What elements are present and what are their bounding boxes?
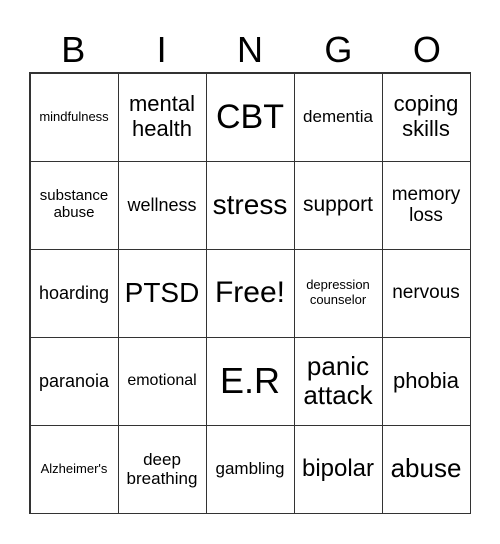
- bingo-cell[interactable]: gambling: [205, 424, 295, 514]
- bingo-cell[interactable]: memory loss: [381, 160, 471, 250]
- bingo-cell[interactable]: abuse: [381, 424, 471, 514]
- bingo-cell[interactable]: phobia: [381, 336, 471, 426]
- bingo-cell[interactable]: depression counselor: [293, 248, 383, 338]
- bingo-cell[interactable]: wellness: [117, 160, 207, 250]
- bingo-cell[interactable]: coping skills: [381, 72, 471, 162]
- bingo-cell[interactable]: Free!: [205, 248, 295, 338]
- bingo-cell[interactable]: E.R: [205, 336, 295, 426]
- bingo-cell[interactable]: deep breathing: [117, 424, 207, 514]
- header-letter-b: B: [61, 29, 86, 70]
- bingo-cell[interactable]: PTSD: [117, 248, 207, 338]
- bingo-cell[interactable]: stress: [205, 160, 295, 250]
- bingo-cell[interactable]: nervous: [381, 248, 471, 338]
- bingo-cell[interactable]: mindfulness: [29, 72, 119, 162]
- header-letter-o: O: [412, 29, 441, 70]
- bingo-cell[interactable]: support: [293, 160, 383, 250]
- bingo-cell[interactable]: substance abuse: [29, 160, 119, 250]
- header-letter-g: G: [324, 29, 353, 70]
- bingo-cell[interactable]: panic attack: [293, 336, 383, 426]
- bingo-cell[interactable]: hoarding: [29, 248, 119, 338]
- bingo-grid: mindfulness mental health CBT dementia copin…: [29, 72, 471, 514]
- bingo-cell[interactable]: bipolar: [293, 424, 383, 514]
- bingo-cell[interactable]: dementia: [293, 72, 383, 162]
- bingo-cell[interactable]: mental health: [117, 72, 207, 162]
- header-letter-i: I: [156, 29, 167, 70]
- bingo-cell[interactable]: Alzheimer's: [29, 424, 119, 514]
- bingo-cell[interactable]: emotional: [117, 336, 207, 426]
- bingo-cell[interactable]: paranoia: [29, 336, 119, 426]
- bingo-header: B I N G O: [29, 28, 471, 72]
- bingo-cell[interactable]: CBT: [205, 72, 295, 162]
- header-letter-n: N: [237, 29, 264, 70]
